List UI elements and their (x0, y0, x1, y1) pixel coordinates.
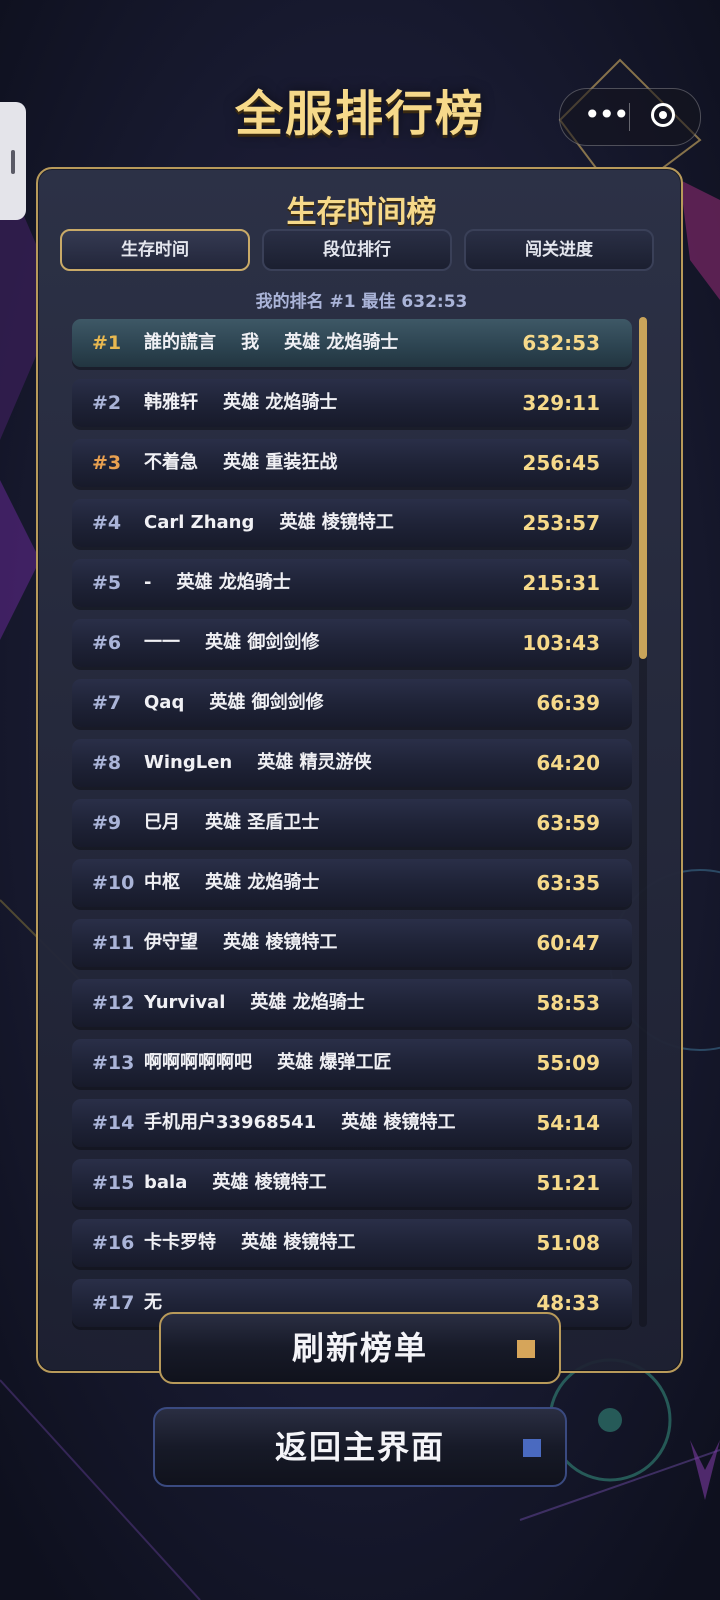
rank-number: #10 (92, 872, 135, 894)
panel-title: 生存时间榜 (286, 195, 437, 230)
rank-number: #8 (92, 752, 122, 774)
player-info: bala 英雄 棱镜特工 (144, 1172, 327, 1193)
list-item[interactable]: #1 誰的謊言 我 英雄 龙焰骑士 632:53 (72, 319, 632, 367)
rank-number: #7 (92, 692, 122, 714)
tab-survival-time[interactable]: 生存时间 (60, 229, 250, 271)
rank-number: #2 (92, 392, 122, 414)
back-button-label: 返回主界面 (274, 1428, 445, 1466)
square-icon (517, 1340, 535, 1358)
player-info: 啊啊啊啊啊吧 英雄 爆弹工匠 (144, 1052, 392, 1073)
list-item[interactable]: #6 一一 英雄 御剑剑修 103:43 (72, 619, 632, 667)
list-item[interactable]: #16 卡卡罗特 英雄 棱镜特工 51:08 (72, 1219, 632, 1267)
refresh-leaderboard-button[interactable]: 刷新榜单 (159, 1312, 561, 1384)
mini-program-capsule: ••• (559, 88, 701, 146)
rank-number: #9 (92, 812, 122, 834)
survival-time: 51:21 (536, 1171, 600, 1195)
player-info: Yurvival 英雄 龙焰骑士 (144, 992, 365, 1013)
survival-time: 256:45 (522, 451, 600, 475)
survival-time: 253:57 (522, 511, 600, 535)
capsule-divider (629, 103, 630, 131)
list-item[interactable]: #4 Carl Zhang 英雄 棱镜特工 253:57 (72, 499, 632, 547)
rank-number: #12 (92, 992, 135, 1014)
player-info: 伊守望 英雄 棱镜特工 (144, 932, 338, 953)
list-item[interactable]: #12 Yurvival 英雄 龙焰骑士 58:53 (72, 979, 632, 1027)
list-item[interactable]: #7 Qaq 英雄 御剑剑修 66:39 (72, 679, 632, 727)
back-to-main-button[interactable]: 返回主界面 (153, 1407, 567, 1487)
survival-time: 64:20 (536, 751, 600, 775)
more-dots-icon[interactable]: ••• (584, 99, 630, 131)
handle-grip-icon (11, 150, 15, 174)
rank-number: #1 (92, 332, 122, 354)
player-info: 巳月 英雄 圣盾卫士 (144, 812, 320, 833)
rank-number: #15 (92, 1172, 135, 1194)
survival-time: 329:11 (522, 391, 600, 415)
tab-rank-tier[interactable]: 段位排行 (262, 229, 452, 271)
rank-number: #13 (92, 1052, 135, 1074)
survival-time: 51:08 (536, 1231, 600, 1255)
rank-number: #5 (92, 572, 122, 594)
rank-number: #4 (92, 512, 122, 534)
survival-time: 215:31 (522, 571, 600, 595)
rank-number: #16 (92, 1232, 135, 1254)
player-info: 一一 英雄 御剑剑修 (144, 632, 320, 653)
survival-time: 63:35 (536, 871, 600, 895)
list-item[interactable]: #14 手机用户33968541 英雄 棱镜特工 54:14 (72, 1099, 632, 1147)
survival-time: 63:59 (536, 811, 600, 835)
player-info: Carl Zhang 英雄 棱镜特工 (144, 512, 394, 533)
list-item[interactable]: #10 中枢 英雄 龙焰骑士 63:35 (72, 859, 632, 907)
rank-number: #11 (92, 932, 135, 954)
player-info: 誰的謊言 我 英雄 龙焰骑士 (144, 332, 399, 353)
list-item[interactable]: #5 - 英雄 龙焰骑士 215:31 (72, 559, 632, 607)
rank-number: #3 (92, 452, 122, 474)
survival-time: 54:14 (536, 1111, 600, 1135)
leaderboard-panel: 生存时间榜 生存时间 段位排行 闯关进度 我的排名 #1 最佳 632:53 #… (36, 167, 683, 1373)
my-rank-summary: 我的排名 #1 最佳 632:53 (255, 292, 468, 312)
list-item[interactable]: #9 巳月 英雄 圣盾卫士 63:59 (72, 799, 632, 847)
player-info: 卡卡罗特 英雄 棱镜特工 (144, 1232, 356, 1253)
player-info: 不着急 英雄 重装狂战 (144, 452, 338, 473)
survival-time: 55:09 (536, 1051, 600, 1075)
leaderboard-list[interactable]: #1 誰的謊言 我 英雄 龙焰骑士 632:53 #2 韩雅轩 英雄 龙焰骑士 329:1… (72, 319, 632, 1355)
rank-number: #14 (92, 1112, 135, 1134)
list-item[interactable]: #13 啊啊啊啊啊吧 英雄 爆弹工匠 55:09 (72, 1039, 632, 1087)
scrollbar-thumb[interactable] (639, 317, 647, 659)
player-info: 手机用户33968541 英雄 棱镜特工 (144, 1112, 456, 1133)
player-info: 韩雅轩 英雄 龙焰骑士 (144, 392, 338, 413)
rank-number: #17 (92, 1292, 135, 1314)
player-info: Qaq 英雄 御剑剑修 (144, 692, 324, 713)
tab-stage-progress[interactable]: 闯关进度 (464, 229, 654, 271)
tab-bar: 生存时间 段位排行 闯关进度 (60, 229, 660, 273)
rank-number: #6 (92, 632, 122, 654)
survival-time: 58:53 (536, 991, 600, 1015)
list-item[interactable]: #15 bala 英雄 棱镜特工 51:21 (72, 1159, 632, 1207)
list-item[interactable]: #2 韩雅轩 英雄 龙焰骑士 329:11 (72, 379, 632, 427)
survival-time: 103:43 (522, 631, 600, 655)
square-icon (523, 1439, 541, 1457)
player-info: 中枢 英雄 龙焰骑士 (144, 872, 320, 893)
survival-time: 60:47 (536, 931, 600, 955)
refresh-button-label: 刷新榜单 (291, 1329, 428, 1367)
player-info: - 英雄 龙焰骑士 (144, 572, 291, 593)
list-item[interactable]: #11 伊守望 英雄 棱镜特工 60:47 (72, 919, 632, 967)
survival-time: 632:53 (522, 331, 600, 355)
list-item[interactable]: #8 WingLen 英雄 精灵游侠 64:20 (72, 739, 632, 787)
player-info: WingLen 英雄 精灵游侠 (144, 752, 372, 773)
survival-time: 66:39 (536, 691, 600, 715)
close-target-icon[interactable] (651, 103, 675, 127)
list-item[interactable]: #3 不着急 英雄 重装狂战 256:45 (72, 439, 632, 487)
